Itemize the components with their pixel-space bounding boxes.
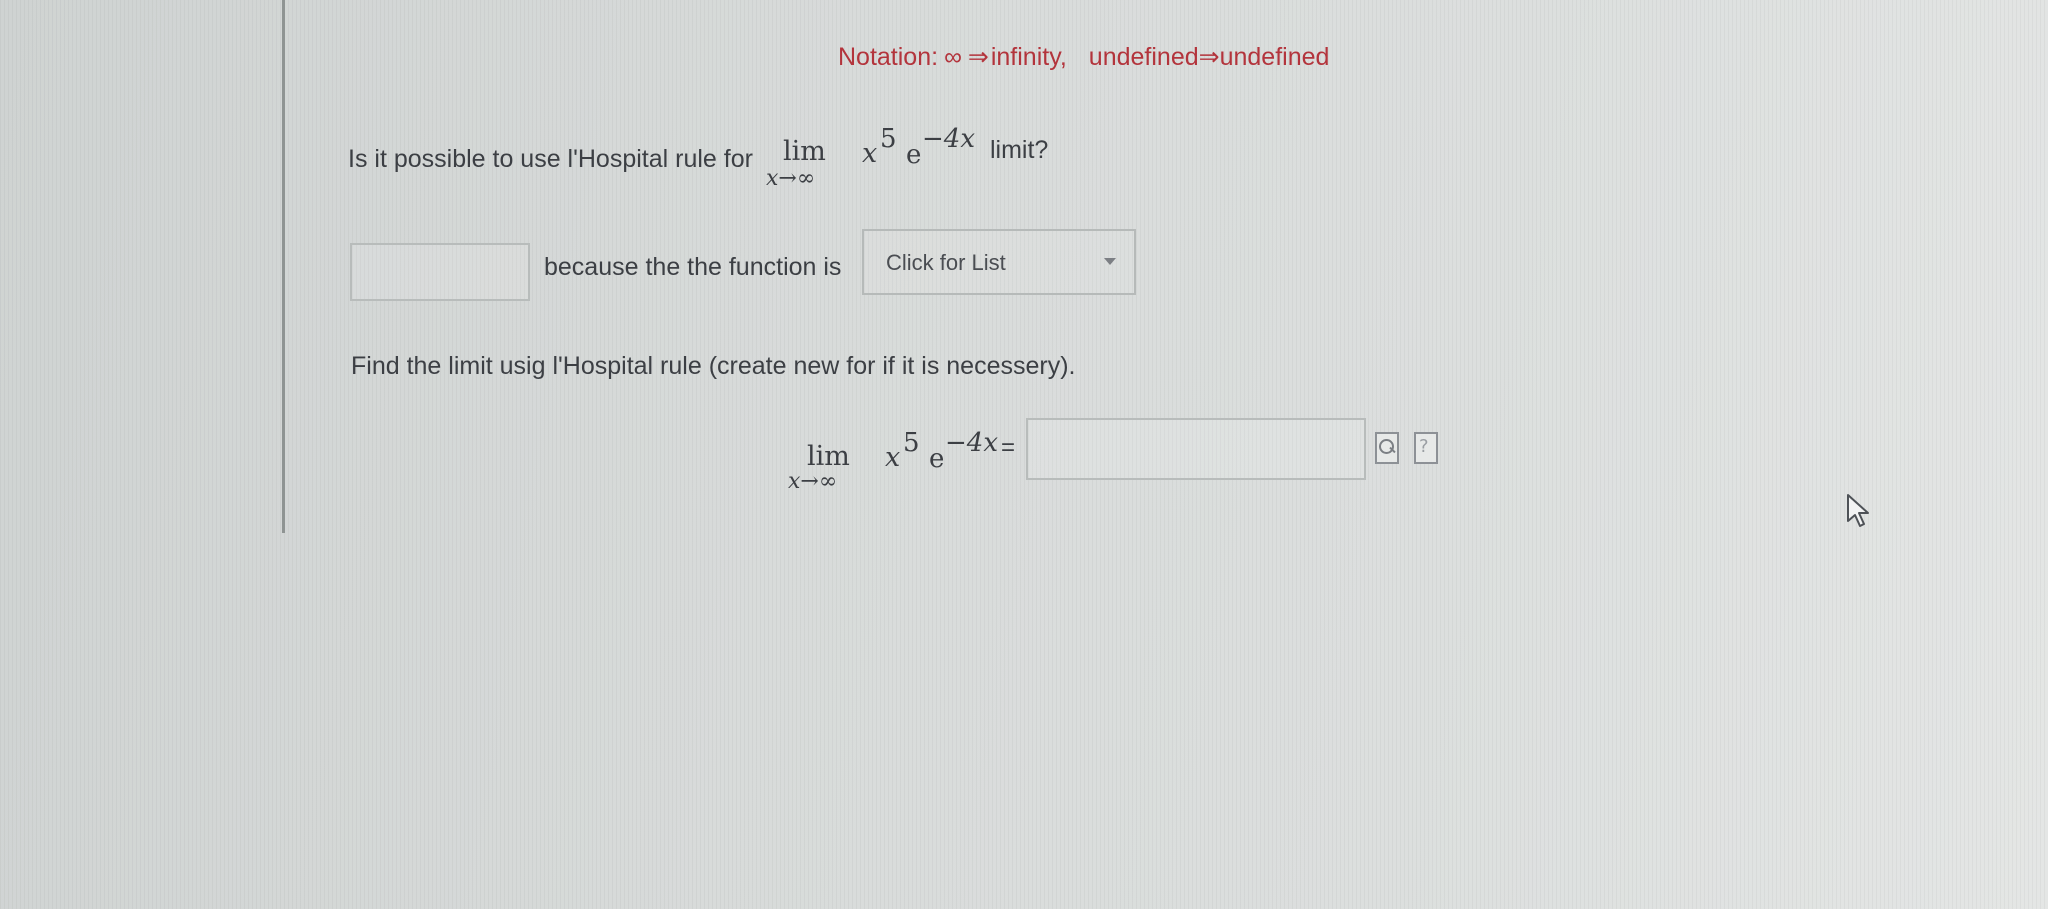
question-1-text: Is it possible to use l'Hospital rule fo… [348, 145, 753, 174]
notation-arrow-1: ⇒ [967, 43, 989, 71]
because-text: because the the function is [544, 253, 842, 281]
expr-e-exponent: −4x [922, 124, 975, 154]
notation-undefined-word: undefined [1219, 43, 1330, 71]
expr-e-exponent-2: −4x [945, 428, 998, 458]
question-1-after: limit? [990, 136, 1049, 164]
possible-answer-input[interactable] [350, 243, 530, 301]
notation-prefix: Notation: [838, 43, 939, 71]
help-icon[interactable]: ? [1414, 432, 1438, 464]
expr-exponent: 5 [880, 124, 897, 154]
question-1-before: Is it possible to use l'Hospital rule fo… [348, 145, 753, 173]
limit-word-2: lim [807, 441, 850, 472]
preview-icon[interactable] [1375, 432, 1399, 464]
equals-sign: = [1001, 434, 1016, 461]
notation-infinity-word: infinity, [990, 43, 1067, 71]
mouse-cursor-icon [1847, 494, 1869, 527]
notation-line: Notation: ∞ ⇒infinity, undefined⇒undefined [838, 42, 1335, 72]
limit-answer-input[interactable] [1026, 418, 1366, 480]
expr-base-2: x [885, 442, 901, 473]
expr-e: e [906, 140, 922, 170]
chevron-down-icon [1104, 258, 1116, 265]
limit-subscript-2: x→∞ [788, 469, 838, 494]
expr-e-2: e [929, 444, 945, 474]
notation-undefined-symbol: undefined [1088, 43, 1199, 71]
panel-divider [282, 0, 285, 533]
function-type-dropdown[interactable]: Click for List [862, 229, 1136, 295]
limit-word: lim [783, 136, 826, 167]
notation-arrow-2: ⇒ [1198, 43, 1220, 71]
dropdown-label: Click for List [886, 250, 1006, 275]
notation-infinity-symbol: ∞ [944, 43, 962, 71]
limit-subscript: x→∞ [766, 166, 816, 191]
question-2-text: Find the limit usig l'Hospital rule (cre… [351, 352, 1076, 380]
expr-exponent-2: 5 [903, 428, 920, 458]
expr-base: x [862, 138, 878, 169]
